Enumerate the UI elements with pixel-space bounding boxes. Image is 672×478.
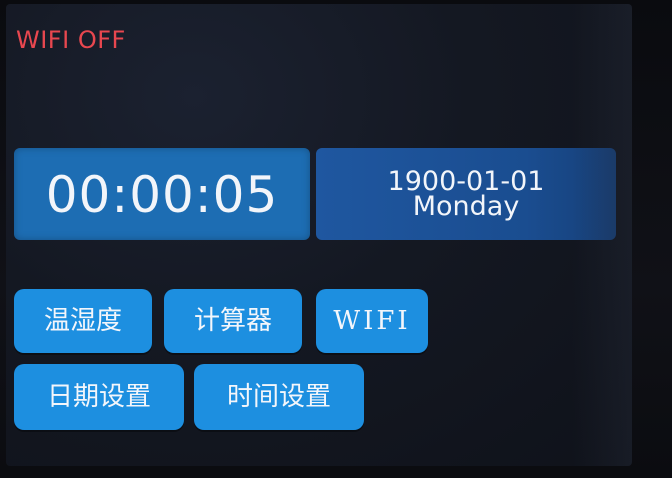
calculator-button-label: 计算器 xyxy=(193,306,272,336)
time-settings-button[interactable]: 时间设置 xyxy=(194,364,364,430)
temp-humidity-button[interactable]: 温湿度 xyxy=(14,289,152,353)
date-panel: 1900-01-01 Monday xyxy=(316,148,616,240)
lcd-screen: WIFI OFF 00:00:05 1900-01-01 Monday 温湿度 … xyxy=(6,4,632,466)
temp-humidity-button-label: 温湿度 xyxy=(43,306,122,336)
date-settings-button-label: 日期设置 xyxy=(46,382,151,412)
time-panel: 00:00:05 xyxy=(14,148,310,240)
date-settings-button[interactable]: 日期设置 xyxy=(14,364,184,430)
wifi-button-label: WIFI xyxy=(333,306,411,336)
weekday-display: Monday xyxy=(412,191,520,222)
wifi-status-label: WIFI OFF xyxy=(16,26,126,54)
wifi-button[interactable]: WIFI xyxy=(316,289,428,353)
time-display: 00:00:05 xyxy=(45,166,279,224)
calculator-button[interactable]: 计算器 xyxy=(164,289,302,353)
time-settings-button-label: 时间设置 xyxy=(226,382,331,412)
